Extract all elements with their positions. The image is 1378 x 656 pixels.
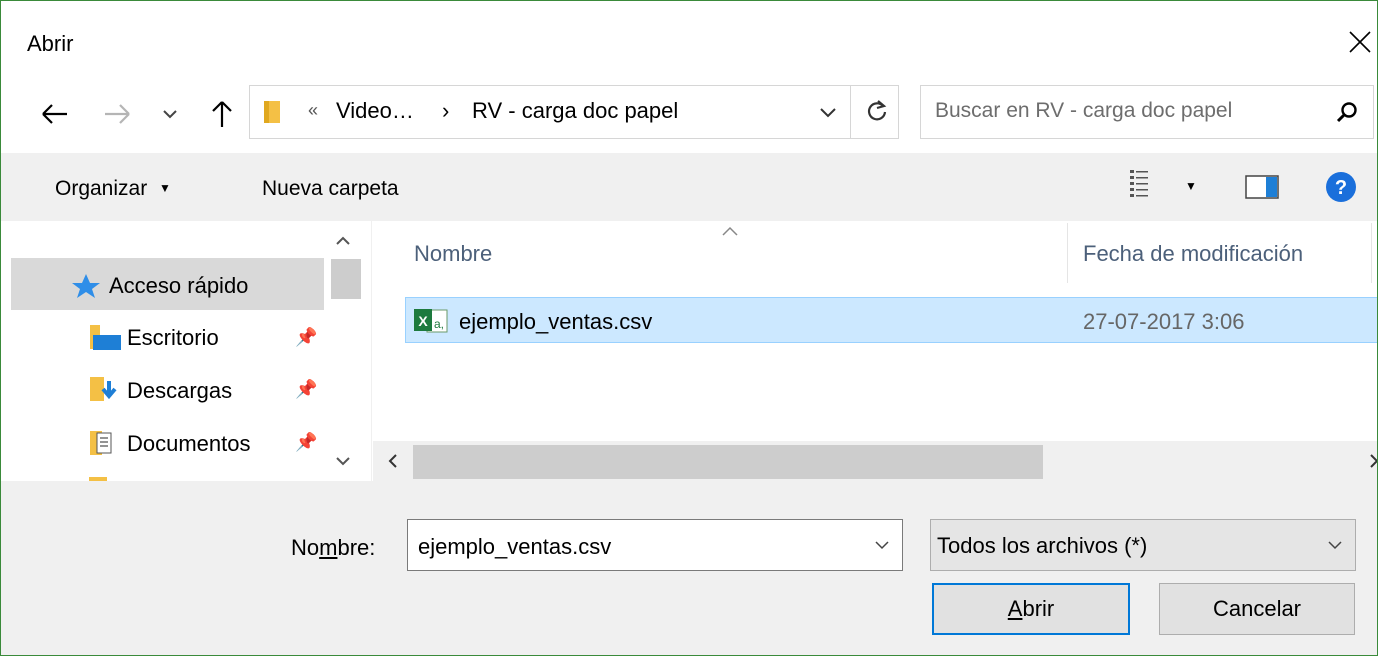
nav-label-documentos[interactable]: Documentos (127, 431, 251, 457)
file-date: 27-07-2017 3:06 (1083, 309, 1245, 334)
star-icon (72, 274, 100, 298)
organize-dropdown-icon: ▼ (159, 181, 171, 195)
excel-csv-file-icon: X a, (414, 309, 448, 333)
breadcrumb-overflow[interactable]: « (308, 100, 318, 121)
file-type-chevron-icon[interactable] (1327, 538, 1343, 552)
file-type-select[interactable]: Todos los archivos (*) (930, 519, 1356, 571)
scroll-left-icon[interactable] (385, 453, 401, 469)
command-toolbar: Organizar ▼ Nueva carpeta ▼ ? (1, 153, 1377, 221)
back-arrow-icon[interactable] (37, 97, 71, 131)
file-name-label: Nombre: (291, 535, 376, 560)
documents-folder-icon (90, 431, 112, 455)
close-icon[interactable] (1347, 29, 1373, 55)
recent-locations-chevron-icon[interactable] (159, 97, 181, 131)
pin-icon[interactable]: 📌 (295, 432, 317, 453)
up-arrow-icon[interactable] (205, 97, 239, 131)
new-folder-button[interactable]: Nueva carpeta (262, 177, 399, 201)
breadcrumb-current[interactable]: RV - carga doc papel (472, 98, 678, 124)
address-bar[interactable]: « Video… › RV - carga doc papel (249, 85, 899, 139)
breadcrumb-videos[interactable]: Video… (336, 98, 414, 124)
pin-icon[interactable]: 📌 (295, 379, 317, 400)
file-name-value[interactable]: ejemplo_ventas.csv (418, 534, 611, 560)
file-name[interactable]: ejemplo_ventas.csv (459, 309, 652, 335)
cancel-button[interactable]: Cancelar (1159, 583, 1355, 635)
breadcrumb-separator[interactable]: › (442, 98, 449, 124)
help-icon[interactable]: ? (1325, 171, 1357, 203)
open-button[interactable]: Abrir (932, 583, 1130, 635)
column-header-name[interactable]: Nombre (414, 241, 492, 267)
forward-arrow-icon[interactable] (101, 97, 135, 131)
folder-icon (264, 101, 280, 123)
view-options-icon[interactable] (1129, 169, 1161, 203)
search-icon[interactable] (1335, 100, 1359, 124)
organize-button[interactable]: Organizar ▼ (55, 177, 171, 201)
open-file-dialog: Abrir « Video… › RV - carga doc papel Bu… (0, 0, 1378, 656)
svg-text:?: ? (1335, 177, 1347, 199)
scroll-right-icon[interactable] (1369, 453, 1378, 469)
refresh-icon[interactable] (864, 98, 890, 124)
desktop-folder-icon (90, 325, 121, 350)
nav-label-descargas[interactable]: Descargas (127, 378, 232, 404)
svg-text:X: X (418, 313, 428, 329)
nav-label-escritorio[interactable]: Escritorio (127, 325, 219, 351)
search-placeholder[interactable]: Buscar en RV - carga doc papel (935, 99, 1232, 123)
nav-label-quick-access: Acceso rápido (109, 273, 249, 298)
file-type-value[interactable]: Todos los archivos (*) (937, 533, 1147, 559)
column-header-date[interactable]: Fecha de modificación (1083, 241, 1303, 267)
sort-ascending-icon (722, 226, 738, 236)
svg-text:a,: a, (434, 317, 444, 331)
preview-pane-icon[interactable] (1245, 175, 1279, 199)
scroll-down-icon[interactable] (335, 453, 351, 469)
address-dropdown-chevron-icon[interactable] (818, 102, 838, 122)
file-name-dropdown-chevron-icon[interactable] (874, 538, 890, 552)
view-dropdown-icon[interactable]: ▼ (1185, 179, 1197, 193)
pin-icon[interactable]: 📌 (295, 327, 317, 348)
scroll-up-icon[interactable] (335, 233, 351, 249)
dialog-title: Abrir (27, 31, 74, 56)
nav-scroll-thumb[interactable] (331, 259, 361, 299)
file-name-input[interactable]: ejemplo_ventas.csv (407, 519, 903, 571)
downloads-folder-icon (90, 377, 117, 401)
search-box[interactable]: Buscar en RV - carga doc papel (920, 85, 1374, 139)
horizontal-scroll-thumb[interactable] (413, 445, 1043, 479)
